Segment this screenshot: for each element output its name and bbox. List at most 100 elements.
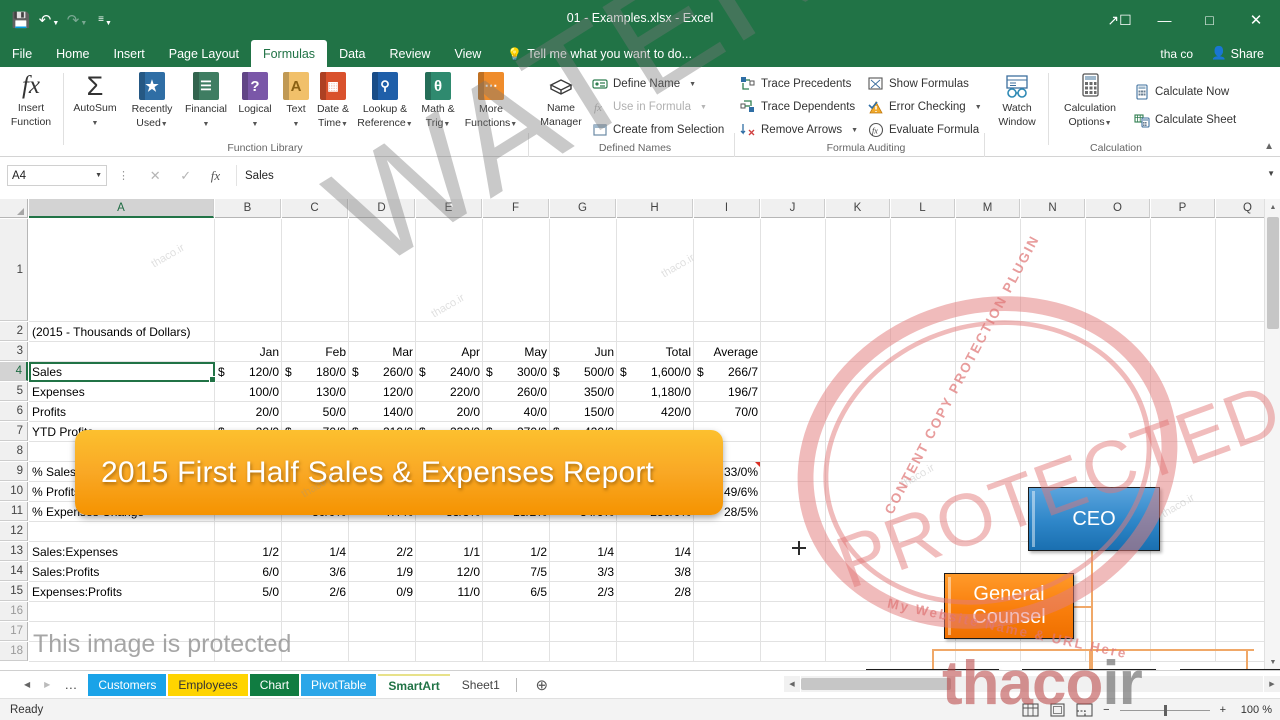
grid-cell[interactable] [215,322,282,342]
grid-cell[interactable] [550,322,617,342]
grid-cell[interactable] [483,622,550,642]
grid-cell[interactable] [349,322,416,342]
grid-cell[interactable] [761,502,826,522]
grid-cell[interactable] [891,382,956,402]
grid-cell[interactable] [282,219,349,322]
grid-cell[interactable] [215,602,282,622]
org-chart-node-hr-mgr[interactable]: HR Mgr. [1180,669,1280,670]
grid-cell-value[interactable]: 0/9 [349,582,416,602]
grid-cell[interactable] [891,362,956,382]
sheet-nav-more-icon[interactable]: … [64,677,78,692]
grid-cell-value[interactable]: $260/0 [349,362,416,382]
column-header-E[interactable]: E [416,199,482,218]
grid-cell[interactable] [761,322,826,342]
grid-cell[interactable] [29,342,215,362]
scroll-left-icon[interactable]: ◀ [784,676,800,692]
grid-cell-value[interactable]: Jan [215,342,282,362]
sheet-tab-chart[interactable]: Chart [249,673,300,696]
grid-cell[interactable] [1086,442,1151,462]
grid-cell[interactable] [483,602,550,622]
grid-cell[interactable] [1021,342,1086,362]
grid-cell-value[interactable]: 130/0 [282,382,349,402]
grid-cell[interactable] [617,522,694,542]
grid-cell-value[interactable]: Sales:Profits [29,562,215,582]
grid-cell[interactable] [956,342,1021,362]
formula-input[interactable] [236,165,1258,186]
grid-cell[interactable] [694,642,761,662]
close-icon[interactable]: ✕ [1232,3,1280,37]
grid-cell[interactable] [694,602,761,622]
grid-cell[interactable] [1151,422,1216,442]
grid-cell[interactable] [826,382,891,402]
grid-cell[interactable] [694,219,761,322]
grid-cell[interactable] [826,219,891,322]
grid-cell[interactable] [29,522,215,542]
grid-cell-value[interactable]: 6/5 [483,582,550,602]
zoom-level-label[interactable]: 100 % [1236,704,1272,716]
zoom-in-button[interactable]: + [1220,704,1226,716]
grid-cell[interactable] [1021,422,1086,442]
column-header-H[interactable]: H [617,199,693,218]
name-manager-button[interactable]: Name Manager [532,71,590,128]
grid-cell[interactable] [826,322,891,342]
grid-cell-value[interactable]: 11/0 [416,582,483,602]
grid-cell[interactable] [1086,382,1151,402]
date-and-time-button[interactable]: ▦ Date & Time▼ [312,71,354,130]
grid-cell-value[interactable]: $266/7 [694,362,761,382]
row-header-10[interactable]: 10 [0,482,28,501]
grid-cell[interactable] [694,522,761,542]
grid-cell[interactable] [761,342,826,362]
grid-cell-value[interactable]: 12/0 [416,562,483,582]
grid-cell-value[interactable]: Total [617,342,694,362]
grid-cell[interactable] [761,462,826,482]
grid-cell[interactable] [416,522,483,542]
grid-cell-value[interactable]: Sales [29,362,215,382]
vertical-scroll-thumb[interactable] [1267,217,1279,329]
scroll-up-icon[interactable]: ▲ [1265,199,1280,215]
create-from-selection-button[interactable]: Create from Selection [592,119,724,141]
row-header-8[interactable]: 8 [0,442,28,461]
grid-cell[interactable] [956,362,1021,382]
column-header-P[interactable]: P [1151,199,1215,218]
grid-cell-value[interactable]: 350/0 [550,382,617,402]
smartart-org-chart[interactable]: CEO General Counsel Sales Mgr. Marketing Mg… [846,479,1280,670]
grid-cell[interactable] [956,322,1021,342]
grid-cell[interactable] [1086,342,1151,362]
ribbon-tab-insert[interactable]: Insert [102,40,157,67]
row-header-5[interactable]: 5 [0,382,28,401]
grid-cell[interactable] [416,219,483,322]
grid-cell-value[interactable]: Feb [282,342,349,362]
grid-cell[interactable] [761,582,826,602]
grid-cell-value[interactable]: $120/0 [215,362,282,382]
ribbon-tab-data[interactable]: Data [327,40,377,67]
column-header-B[interactable]: B [215,199,281,218]
remove-arrows-button[interactable]: Remove Arrows ▼ [740,119,858,141]
grid-cell[interactable] [349,219,416,322]
expand-formula-bar-icon[interactable]: ▼ [1267,169,1275,178]
grid-cell[interactable] [1086,322,1151,342]
grid-cell-value[interactable]: $240/0 [416,362,483,382]
grid-cell-value[interactable]: 140/0 [349,402,416,422]
grid-cell-value[interactable]: (2015 - Thousands of Dollars) [29,322,215,342]
grid-cell[interactable] [550,642,617,662]
row-header-18[interactable]: 18 [0,642,28,661]
sheet-tab-customers[interactable]: Customers [88,673,167,696]
grid-cell[interactable] [956,219,1021,322]
grid-cell-value[interactable]: 2/8 [617,582,694,602]
grid-cell-value[interactable]: Jun [550,342,617,362]
grid-cell[interactable] [761,362,826,382]
org-chart-node-sales-mgr[interactable]: Sales Mgr. [866,669,999,670]
column-header-L[interactable]: L [891,199,955,218]
watch-window-button[interactable]: Watch Window [988,71,1046,128]
column-header-I[interactable]: I [694,199,760,218]
grid-cell[interactable] [1086,362,1151,382]
row-header-1[interactable]: 1 [0,219,28,321]
row-header-4[interactable]: 4 [0,362,28,381]
recently-used-button[interactable]: ★ Recently Used▼ [124,71,180,130]
sheet-nav-prev-icon[interactable]: ◀ [24,680,30,689]
grid-cell-value[interactable]: 1/1 [416,542,483,562]
grid-cell-value[interactable]: 2/6 [282,582,349,602]
lookup-and-reference-button[interactable]: ⚲ Lookup & Reference▼ [354,71,416,130]
grid-cell[interactable] [1151,442,1216,462]
sheet-nav-next-icon[interactable]: ▶ [44,680,50,689]
